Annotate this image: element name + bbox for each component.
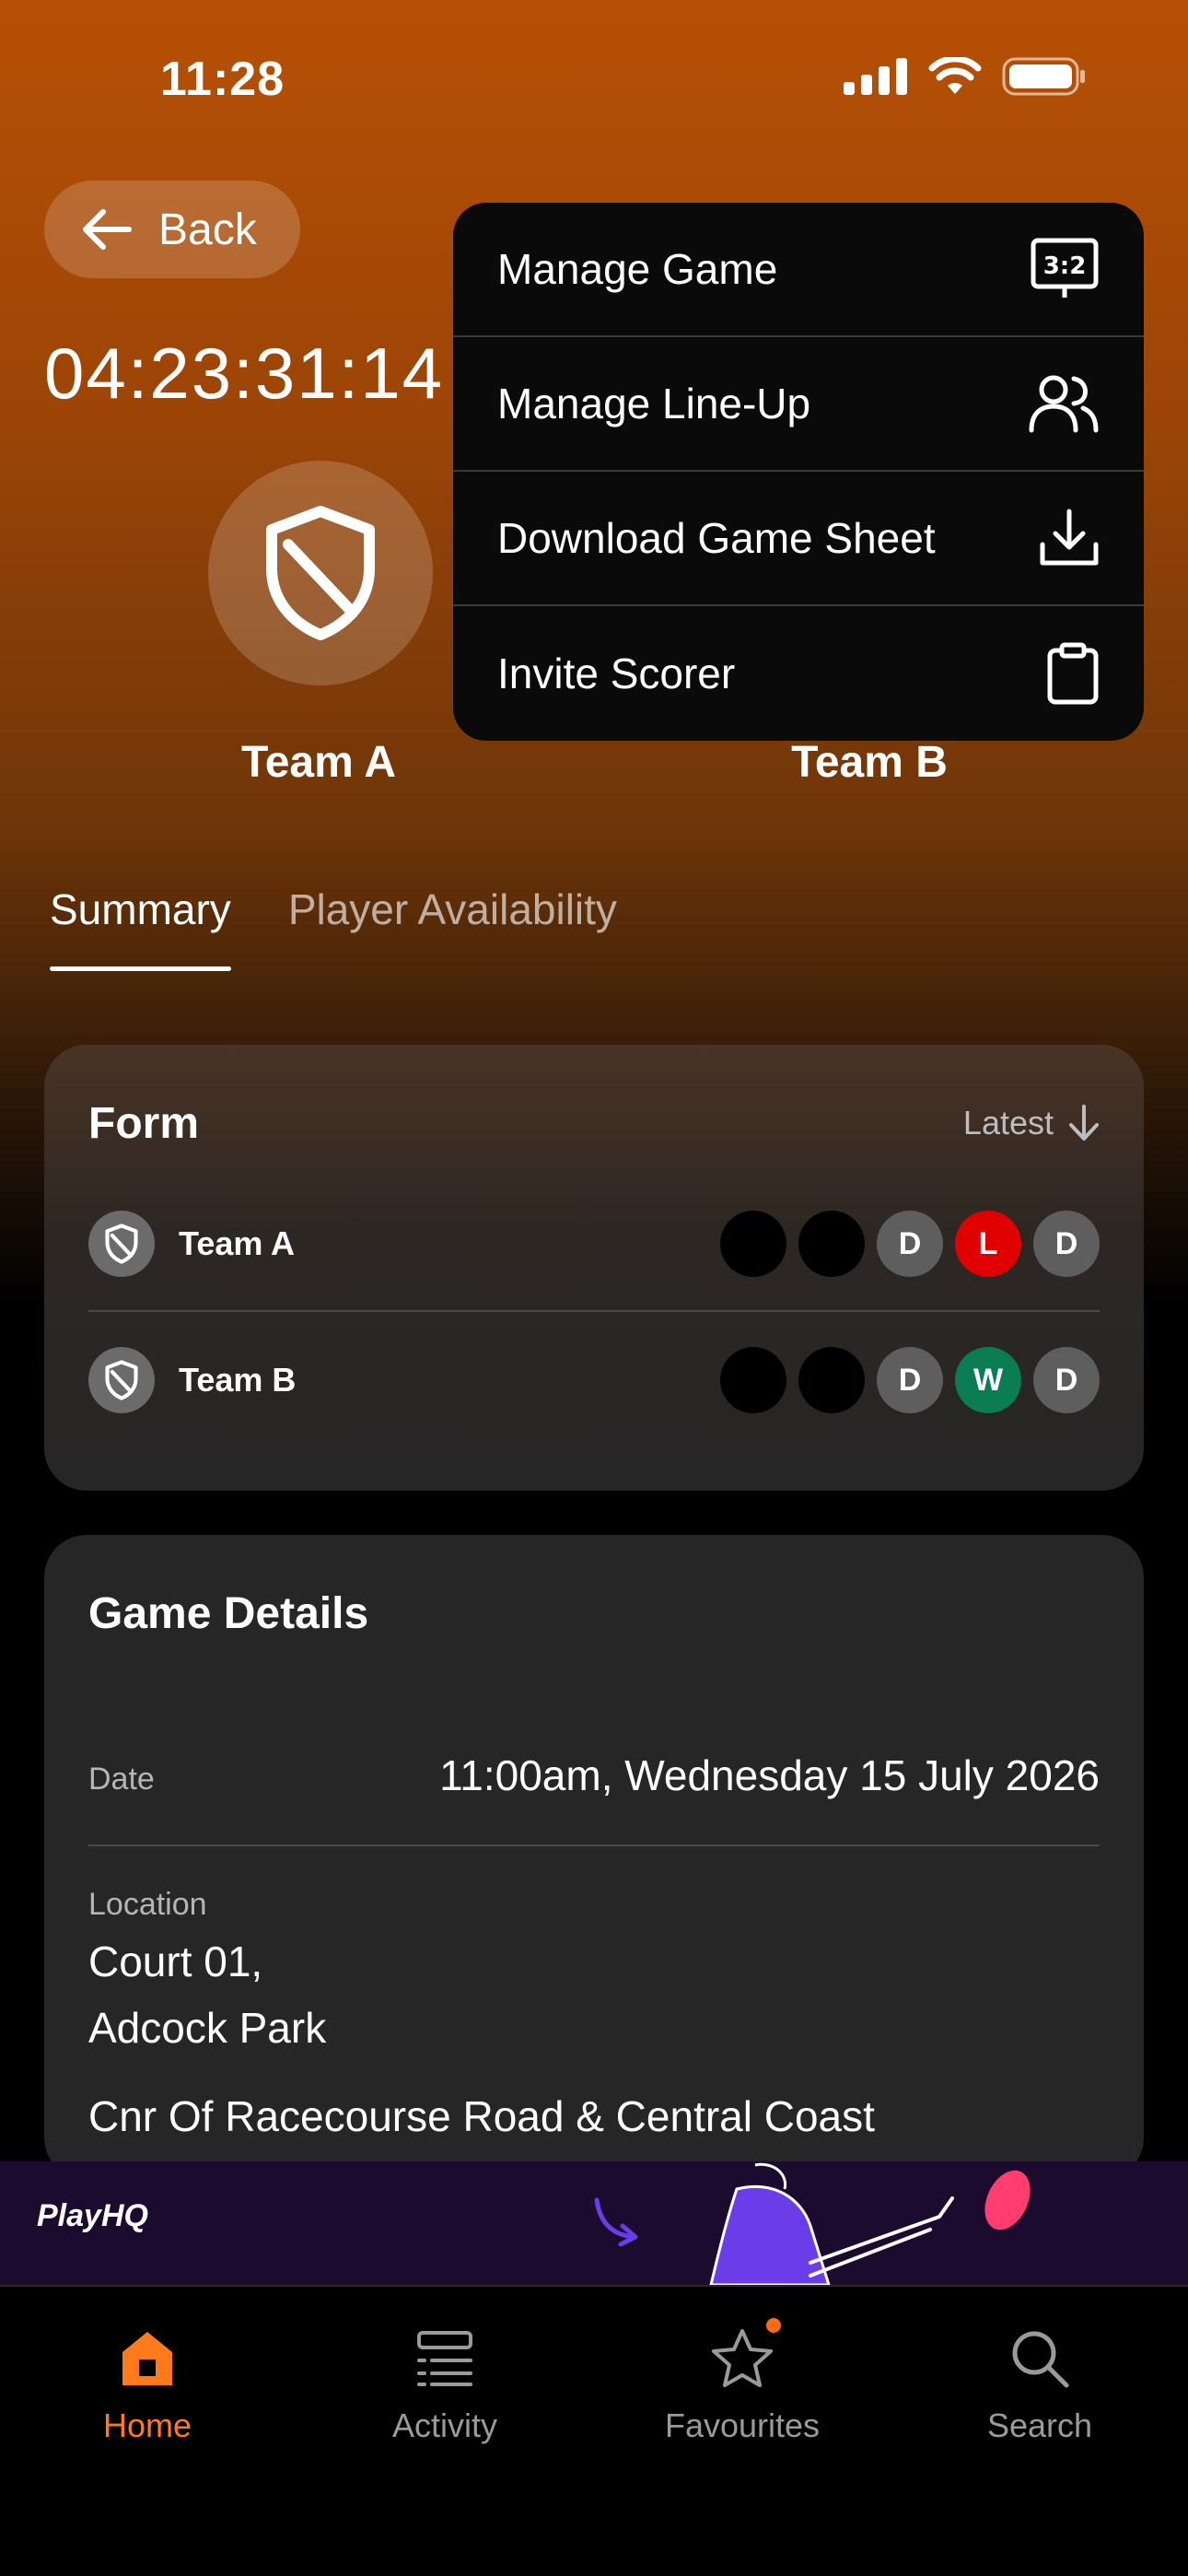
menu-item-label: Invite Scorer [497,650,736,697]
game-details-title: Game Details [88,1589,369,1638]
nav-icon-wrap [18,2314,276,2403]
nav-home[interactable]: Home [18,2314,276,2445]
team-a-badge[interactable] [208,461,433,685]
search-icon [1012,2331,1069,2388]
shield-icon [105,1360,138,1400]
banner-illustration [594,2162,1031,2285]
download-icon [1040,509,1099,566]
cellular-signal-icon [844,58,907,95]
nav-label: Home [102,2406,192,2444]
form-card: Form Latest Team A D L D Team B D W D [44,1045,1144,1491]
team-badge-small [88,1347,155,1413]
form-title: Form [88,1099,199,1148]
form-row-team-a[interactable]: Team A D L D [88,1198,1100,1290]
row-divider [88,1310,1100,1312]
sort-latest-button[interactable]: Latest [963,1104,1100,1142]
menu-item-manage-lineup[interactable]: Manage Line-Up [453,337,1144,472]
nav-label: Search [986,2406,1093,2444]
result-draw: D [1033,1347,1100,1413]
scoreboard-icon: 3:2 [1031,238,1099,298]
team-a-name: Team A [240,738,397,787]
arrow-left-icon [83,209,132,250]
result-draw: D [877,1211,943,1277]
form-row-team-b[interactable]: Team B D W D [88,1334,1100,1426]
location-venue[interactable]: Adcock Park [88,2003,326,2053]
countdown-timer: 04:23:31:14 [44,333,445,414]
result-draw: D [877,1347,943,1413]
nav-search[interactable]: Search [911,2314,1169,2445]
back-label: Back [158,205,257,254]
date-value: 11:00am, Wednesday 15 July 2026 [439,1751,1100,1799]
nav-activity[interactable]: Activity [316,2314,574,2445]
location-address[interactable]: Cnr Of Racecourse Road & Central Coast [88,2091,875,2141]
menu-item-invite-scorer[interactable]: Invite Scorer [453,606,1144,741]
shield-icon [105,1224,138,1264]
shield-icon [266,506,375,640]
battery-icon [1002,57,1085,96]
promo-banner[interactable]: PlayHQ [0,2161,1188,2285]
form-results: D L D [720,1211,1100,1277]
nav-label: Favourites [664,2406,821,2444]
back-button[interactable]: Back [44,181,300,278]
wifi-icon [928,57,982,94]
status-time: 11:28 [160,53,285,106]
location-label: Location [88,1887,207,1922]
form-team-name: Team A [179,1224,296,1262]
svg-text:3:2: 3:2 [1043,252,1087,280]
tab-bar: Summary Player Availability [50,884,617,971]
nav-icon-wrap [316,2314,574,2403]
result-loss: L [955,1211,1021,1277]
clipboard-icon [1047,642,1099,705]
form-results: D W D [720,1347,1100,1413]
tab-player-availability[interactable]: Player Availability [288,884,617,971]
nav-icon-wrap [911,2314,1169,2403]
nav-label: Activity [391,2406,497,2444]
row-divider [88,1844,1100,1846]
team-badge-small [88,1211,155,1277]
home-icon [122,2332,172,2385]
arrow-down-icon [1069,1105,1099,1141]
menu-item-manage-game[interactable]: Manage Game 3:2 [453,203,1144,337]
bottom-navigation: Home Activity Favourites Search [0,2285,1188,2576]
nav-icon-wrap [613,2314,871,2403]
star-icon [712,2329,773,2387]
list-icon [417,2331,472,2386]
status-icons [844,57,1087,96]
sort-label: Latest [962,1104,1054,1142]
result-empty [720,1347,786,1413]
date-label: Date [88,1762,155,1797]
location-court: Court 01, [88,1938,263,1985]
notification-dot [766,2318,781,2333]
game-details-card: Game Details Date 11:00am, Wednesday 15 … [44,1535,1144,2180]
form-team-name: Team B [179,1361,297,1399]
menu-item-label: Download Game Sheet [497,514,936,562]
menu-item-label: Manage Line-Up [497,380,811,427]
result-draw: D [1033,1211,1100,1277]
users-icon [1029,375,1099,433]
menu-item-label: Manage Game [497,245,778,293]
game-actions-menu: Manage Game 3:2 Manage Line-Up Download … [453,203,1144,741]
result-win: W [955,1347,1021,1413]
result-empty [798,1211,865,1277]
menu-item-download-sheet[interactable]: Download Game Sheet [453,472,1144,606]
tab-summary[interactable]: Summary [50,884,231,971]
team-b-name: Team B [791,738,948,787]
result-empty [798,1347,865,1413]
nav-favourites[interactable]: Favourites [613,2314,871,2445]
result-empty [720,1211,786,1277]
